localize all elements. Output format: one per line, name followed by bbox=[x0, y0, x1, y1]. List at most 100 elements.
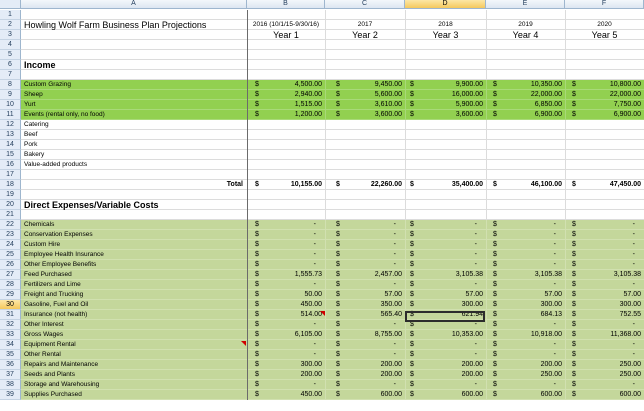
row-header[interactable]: 31 bbox=[0, 310, 21, 320]
spreadsheet-grid[interactable]: A B C D E F 1 2 Howling Wolf Farm Business Plan … bbox=[0, 0, 644, 411]
amount-cell[interactable]: 6,900.00 bbox=[565, 110, 641, 120]
row-header[interactable]: 1 bbox=[0, 10, 21, 20]
row-cells[interactable] bbox=[21, 190, 644, 200]
row-cells[interactable]: Value-added products bbox=[21, 160, 644, 170]
amount-cell[interactable]: 7,750.00 bbox=[565, 100, 641, 110]
row-cells[interactable]: Supplies Purchased $450.00 $600.00 $600.00 $… bbox=[21, 390, 644, 400]
total-label[interactable]: Total bbox=[21, 180, 243, 190]
year-label[interactable]: Year 5 bbox=[565, 30, 644, 40]
line-item-label[interactable]: Insurance (not health) bbox=[24, 310, 87, 320]
amount-cell[interactable]: - bbox=[565, 250, 635, 260]
row-header[interactable]: 17 bbox=[0, 170, 21, 180]
line-item-label[interactable]: Fertilizers and Lime bbox=[24, 280, 81, 290]
amount-cell[interactable]: 300.00 bbox=[565, 300, 641, 310]
row-cells[interactable]: Gasoline, Fuel and Oil $450.00 $350.00 $300… bbox=[21, 300, 644, 310]
line-item-label[interactable]: Pork bbox=[24, 140, 37, 150]
amount-cell[interactable]: - bbox=[325, 240, 396, 250]
amount-cell[interactable]: - bbox=[325, 280, 396, 290]
line-item-label[interactable]: Chemicals bbox=[24, 220, 54, 230]
line-item-label[interactable]: Events (rental only, no food) bbox=[24, 110, 105, 120]
row-header[interactable]: 15 bbox=[0, 150, 21, 160]
amount-cell[interactable]: 5,900.00 bbox=[405, 100, 483, 110]
row-header[interactable]: 12 bbox=[0, 120, 21, 130]
amount-cell[interactable]: 600.00 bbox=[405, 390, 483, 400]
amount-cell[interactable]: 600.00 bbox=[565, 390, 641, 400]
line-item-label[interactable]: Employee Health Insurance bbox=[24, 250, 104, 260]
amount-cell[interactable]: 3,105.38 bbox=[486, 270, 562, 280]
amount-cell[interactable]: - bbox=[247, 260, 316, 270]
row-header[interactable]: 36 bbox=[0, 360, 21, 370]
amount-cell[interactable]: 3,105.38 bbox=[565, 270, 641, 280]
amount-cell[interactable]: - bbox=[247, 380, 316, 390]
row-cells[interactable]: Feed Purchased $1,555.73 $2,457.00 $3,105.3… bbox=[21, 270, 644, 280]
column-header-a[interactable]: A bbox=[21, 0, 247, 9]
row-cells[interactable] bbox=[21, 70, 644, 80]
amount-cell[interactable]: - bbox=[486, 280, 556, 290]
amount-cell[interactable]: - bbox=[486, 230, 556, 240]
amount-cell[interactable]: - bbox=[247, 250, 316, 260]
amount-cell[interactable]: 5,600.00 bbox=[325, 90, 402, 100]
year-label[interactable]: Year 3 bbox=[405, 30, 486, 40]
amount-cell[interactable]: - bbox=[325, 320, 396, 330]
amount-cell[interactable]: - bbox=[325, 230, 396, 240]
row-cells[interactable] bbox=[21, 40, 644, 50]
amount-cell[interactable]: - bbox=[247, 240, 316, 250]
row-header[interactable]: 3 bbox=[0, 30, 21, 40]
row-cells[interactable]: Beef bbox=[21, 130, 644, 140]
row-header[interactable]: 20 bbox=[0, 200, 21, 210]
amount-cell[interactable]: 200.00 bbox=[325, 360, 402, 370]
row-cells[interactable]: Equipment Rental $ - $ - $ - $ - $ - bbox=[21, 340, 644, 350]
row-cells[interactable]: Other Employee Benefits $ - $ - $ - $ - $ - bbox=[21, 260, 644, 270]
amount-cell[interactable]: - bbox=[325, 250, 396, 260]
row-header[interactable]: 18 bbox=[0, 180, 21, 190]
column-header-e[interactable]: E bbox=[486, 0, 565, 9]
amount-cell[interactable]: 22,000.00 bbox=[486, 90, 562, 100]
row-header[interactable]: 7 bbox=[0, 70, 21, 80]
line-item-label[interactable]: Catering bbox=[24, 120, 49, 130]
row-header[interactable]: 37 bbox=[0, 370, 21, 380]
amount-cell[interactable]: - bbox=[405, 230, 477, 240]
row-cells[interactable]: Events (rental only, no food) $1,200.00 $3… bbox=[21, 110, 644, 120]
row-header[interactable]: 28 bbox=[0, 280, 21, 290]
amount-cell[interactable]: - bbox=[565, 320, 635, 330]
row-cells[interactable]: Custom Hire $ - $ - $ - $ - $ - bbox=[21, 240, 644, 250]
amount-cell[interactable]: - bbox=[325, 350, 396, 360]
amount-cell[interactable]: 2,940.00 bbox=[247, 90, 322, 100]
line-item-label[interactable]: Supplies Purchased bbox=[24, 390, 82, 400]
row-header[interactable]: 9 bbox=[0, 90, 21, 100]
amount-cell[interactable]: 684.13 bbox=[486, 310, 562, 320]
row-header[interactable]: 2 bbox=[0, 20, 21, 30]
amount-cell[interactable]: 600.00 bbox=[325, 390, 402, 400]
row-header[interactable]: 25 bbox=[0, 250, 21, 260]
row-header[interactable]: 13 bbox=[0, 130, 21, 140]
row-header[interactable]: 16 bbox=[0, 160, 21, 170]
amount-cell[interactable]: - bbox=[405, 260, 477, 270]
row-header[interactable]: 23 bbox=[0, 230, 21, 240]
amount-cell[interactable]: - bbox=[247, 220, 316, 230]
amount-cell[interactable]: 250.00 bbox=[565, 370, 641, 380]
year-date-label[interactable]: 2018 bbox=[405, 20, 486, 30]
amount-cell[interactable]: 565.40 bbox=[325, 310, 402, 320]
row-cells[interactable]: Bakery bbox=[21, 150, 644, 160]
line-item-label[interactable]: Freight and Trucking bbox=[24, 290, 83, 300]
line-item-label[interactable]: Custom Hire bbox=[24, 240, 60, 250]
row-header[interactable]: 5 bbox=[0, 50, 21, 60]
row-cells[interactable]: Repairs and Maintenance $300.00 $200.00 $20… bbox=[21, 360, 644, 370]
row-header[interactable]: 38 bbox=[0, 380, 21, 390]
amount-cell[interactable]: 9,900.00 bbox=[405, 80, 483, 90]
row-header[interactable]: 39 bbox=[0, 390, 21, 400]
amount-cell[interactable]: 200.00 bbox=[325, 370, 402, 380]
amount-cell[interactable]: - bbox=[247, 230, 316, 240]
line-item-label[interactable]: Gross Wages bbox=[24, 330, 63, 340]
amount-cell[interactable]: 6,900.00 bbox=[486, 110, 562, 120]
amount-cell[interactable]: - bbox=[565, 350, 635, 360]
year-date-label[interactable]: 2020 bbox=[565, 20, 644, 30]
amount-cell[interactable]: - bbox=[486, 240, 556, 250]
amount-cell[interactable]: 3,105.38 bbox=[405, 270, 483, 280]
amount-cell[interactable]: 22,260.00 bbox=[325, 180, 402, 190]
amount-cell[interactable]: 2,457.00 bbox=[325, 270, 402, 280]
amount-cell[interactable]: 3,610.00 bbox=[325, 100, 402, 110]
amount-cell[interactable]: 300.00 bbox=[486, 300, 562, 310]
row-header[interactable]: 26 bbox=[0, 260, 21, 270]
amount-cell[interactable]: 6,850.00 bbox=[486, 100, 562, 110]
